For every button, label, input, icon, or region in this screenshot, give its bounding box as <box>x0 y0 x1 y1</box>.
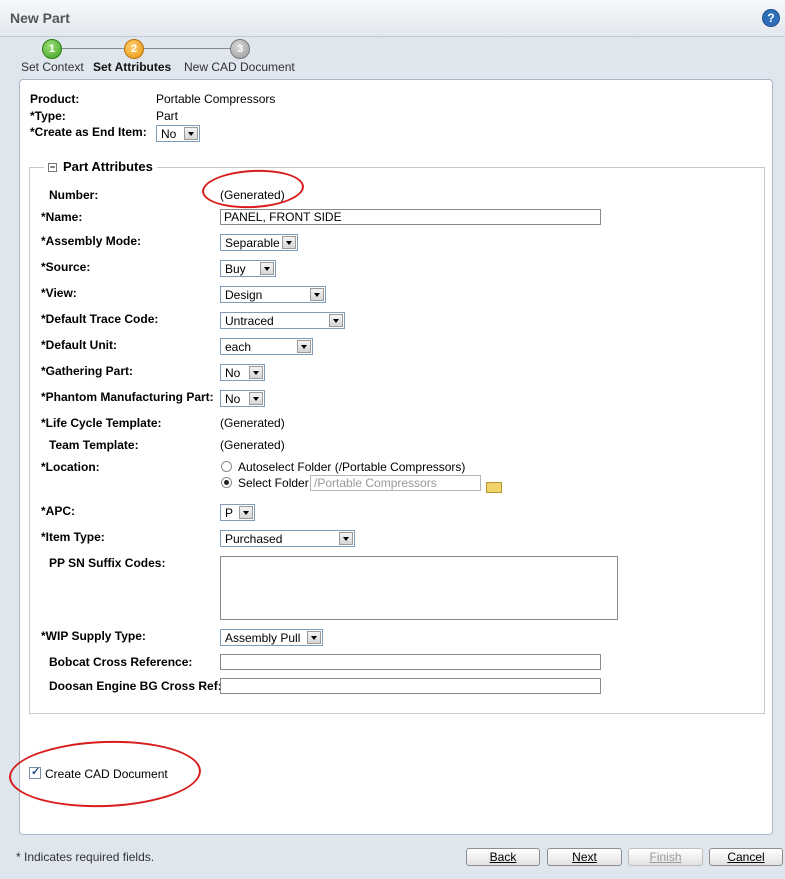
assembly-mode-label: *Assembly Mode: <box>41 234 142 248</box>
trace-code-select[interactable]: Untraced <box>220 312 345 329</box>
step-3-pending-icon: 3 <box>230 39 250 59</box>
cancel-button[interactable]: Cancel <box>709 848 783 866</box>
team-template-label: Team Template: <box>49 438 139 452</box>
phantom-part-label: *Phantom Manufacturing Part: <box>41 390 214 404</box>
attributes-panel: Product: Portable Compressors *Type: Par… <box>19 79 773 835</box>
view-select[interactable]: Design <box>220 286 326 303</box>
end-item-select[interactable]: No <box>156 125 200 142</box>
pp-sn-suffix-textarea[interactable] <box>220 556 618 620</box>
end-item-label: *Create as End Item: <box>30 125 147 139</box>
item-type-label: *Item Type: <box>41 530 105 544</box>
finish-button: Finish <box>628 848 703 866</box>
apc-label: *APC: <box>41 504 76 518</box>
bobcat-cross-ref-label: Bobcat Cross Reference: <box>49 655 193 669</box>
pp-sn-suffix-label: PP SN Suffix Codes: <box>49 556 166 570</box>
select-folder-radio[interactable] <box>221 477 232 488</box>
chevron-down-icon <box>260 262 274 275</box>
chevron-down-icon <box>307 631 321 644</box>
default-unit-select[interactable]: each <box>220 338 313 355</box>
gathering-part-select[interactable]: No <box>220 364 265 381</box>
chevron-down-icon <box>239 506 253 519</box>
step-set-context[interactable]: Set Context <box>21 60 84 74</box>
part-attributes-legend[interactable]: − Part Attributes <box>44 159 157 174</box>
lifecycle-template-label: *Life Cycle Template: <box>41 416 162 430</box>
next-button[interactable]: Next <box>547 848 622 866</box>
source-select[interactable]: Buy <box>220 260 276 277</box>
assembly-mode-select[interactable]: Separable <box>220 234 298 251</box>
step-connector <box>142 48 230 49</box>
chevron-down-icon <box>282 236 296 249</box>
back-button[interactable]: Back <box>466 848 540 866</box>
phantom-part-select[interactable]: No <box>220 390 265 407</box>
team-template-value: (Generated) <box>220 438 285 452</box>
bobcat-cross-ref-input[interactable] <box>220 654 601 670</box>
autoselect-folder-radio[interactable] <box>221 461 232 472</box>
lifecycle-template-value: (Generated) <box>220 416 285 430</box>
chevron-down-icon <box>329 314 343 327</box>
wizard-steps: 1 2 3 Set Context Set Attributes New CAD… <box>0 37 785 79</box>
name-input[interactable]: PANEL, FRONT SIDE <box>220 209 601 225</box>
default-unit-label: *Default Unit: <box>41 338 117 352</box>
step-connector <box>60 48 124 49</box>
window-titlebar: New Part ? <box>0 0 785 37</box>
type-value: Part <box>156 109 179 123</box>
location-label: *Location: <box>41 460 100 474</box>
chevron-down-icon <box>249 392 263 405</box>
number-label: Number: <box>49 188 99 202</box>
wip-supply-type-label: *WIP Supply Type: <box>41 629 146 643</box>
wip-supply-type-select[interactable]: Assembly Pull <box>220 629 323 646</box>
chevron-down-icon <box>310 288 324 301</box>
chevron-down-icon <box>297 340 311 353</box>
help-icon[interactable]: ? <box>762 9 780 27</box>
step-1-complete-icon: 1 <box>42 39 62 59</box>
trace-code-label: *Default Trace Code: <box>41 312 159 326</box>
view-label: *View: <box>41 286 77 300</box>
item-type-select[interactable]: Purchased <box>220 530 355 547</box>
product-label: Product: <box>30 92 80 106</box>
select-folder-label: Select Folder <box>238 476 309 490</box>
autoselect-folder-label: Autoselect Folder (/Portable Compressors… <box>238 460 466 474</box>
apc-select[interactable]: P <box>220 504 255 521</box>
name-label: *Name: <box>41 210 83 224</box>
step-set-attributes: Set Attributes <box>93 60 172 74</box>
doosan-cross-ref-input[interactable] <box>220 678 601 694</box>
wizard-footer: * Indicates required fields. Back Next F… <box>0 840 785 879</box>
chevron-down-icon <box>339 532 353 545</box>
step-2-active-icon: 2 <box>124 39 144 59</box>
collapse-icon[interactable]: − <box>48 163 57 172</box>
folder-path-input[interactable]: /Portable Compressors <box>310 475 481 491</box>
gathering-part-label: *Gathering Part: <box>41 364 134 378</box>
part-attributes-group: − Part Attributes Number: (Generated) *Na… <box>29 159 765 714</box>
chevron-down-icon <box>249 366 263 379</box>
type-label: *Type: <box>30 109 66 123</box>
window-title: New Part <box>10 10 70 26</box>
required-fields-note: * Indicates required fields. <box>16 850 155 864</box>
product-value: Portable Compressors <box>156 92 276 106</box>
doosan-cross-ref-label: Doosan Engine BG Cross Ref: <box>49 679 222 693</box>
folder-browse-icon[interactable] <box>486 482 502 493</box>
chevron-down-icon <box>184 127 198 140</box>
step-new-cad-document[interactable]: New CAD Document <box>184 60 295 74</box>
source-label: *Source: <box>41 260 91 274</box>
